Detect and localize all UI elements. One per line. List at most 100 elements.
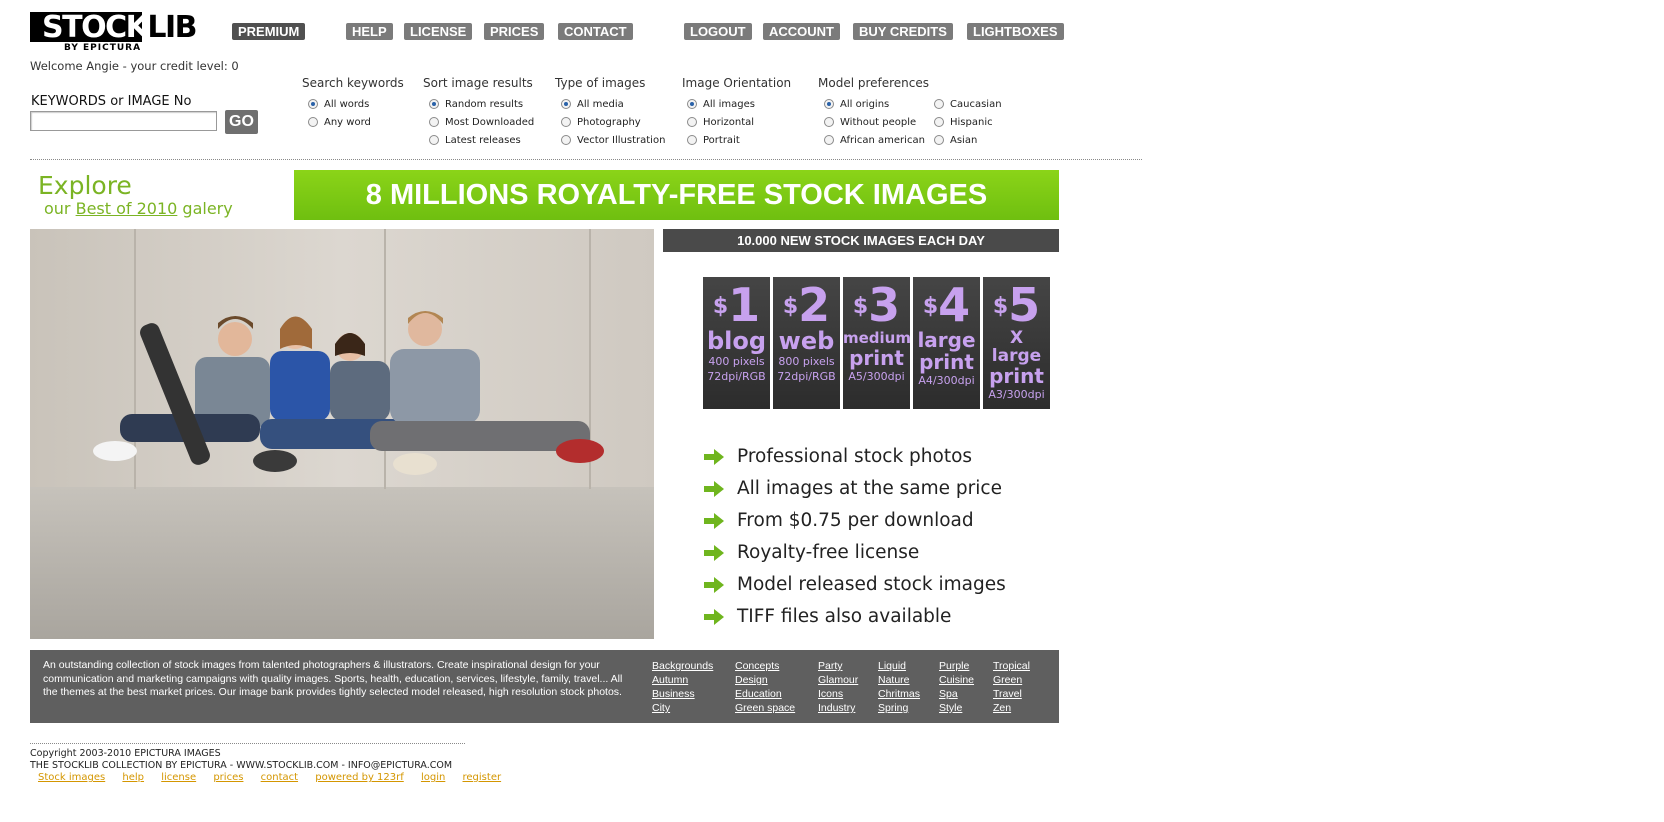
radio-button[interactable]	[561, 99, 571, 109]
radio-option[interactable]: Latest releases	[429, 131, 534, 149]
radio-option[interactable]: Vector Illustration	[561, 131, 665, 149]
filter-orientation: Image Orientation All images Horizontal …	[682, 76, 791, 149]
category-link[interactable]: Tropical	[993, 659, 1030, 673]
footer-link-help[interactable]: help	[122, 772, 144, 783]
category-link[interactable]: Glamour	[818, 673, 858, 687]
radio-button[interactable]	[429, 117, 439, 127]
best-of-2010-link[interactable]: Best of 2010	[76, 199, 178, 218]
category-link[interactable]: Travel	[993, 687, 1030, 701]
footer-link-123rf[interactable]: powered by 123rf	[315, 772, 404, 783]
radio-button[interactable]	[824, 99, 834, 109]
radio-button[interactable]	[934, 99, 944, 109]
footer-link-contact[interactable]: contact	[261, 772, 298, 783]
category-link[interactable]: Icons	[818, 687, 858, 701]
nav-help[interactable]: HELP	[346, 23, 393, 40]
feature-text: Royalty-free license	[737, 542, 920, 563]
radio-button[interactable]	[429, 99, 439, 109]
radio-button[interactable]	[308, 117, 318, 127]
category-link[interactable]: Autumn	[652, 673, 713, 687]
footer-link-register[interactable]: register	[463, 772, 502, 783]
category-link[interactable]: Purple	[939, 659, 974, 673]
radio-label: Random results	[445, 98, 524, 110]
category-link[interactable]: Green space	[735, 701, 795, 715]
category-link[interactable]: Party	[818, 659, 858, 673]
radio-option[interactable]: All words	[308, 95, 404, 113]
radio-button[interactable]	[561, 135, 571, 145]
footer-link-prices[interactable]: prices	[213, 772, 243, 783]
price-amount: 5	[1008, 278, 1041, 332]
explore-best-of-2010[interactable]: Explore our Best of 2010 galery	[38, 172, 233, 218]
category-link[interactable]: Spring	[878, 701, 920, 715]
radio-button[interactable]	[824, 135, 834, 145]
radio-button[interactable]	[934, 135, 944, 145]
nav-prices[interactable]: PRICES	[484, 23, 545, 40]
category-link[interactable]: Backgrounds	[652, 659, 713, 673]
radio-label: Photography	[577, 116, 641, 128]
green-arrow-icon	[704, 480, 724, 497]
category-link[interactable]: Zen	[993, 701, 1030, 715]
nav-premium[interactable]: PREMIUM	[232, 23, 306, 40]
radio-option[interactable]: Most Downloaded	[429, 113, 534, 131]
footer-link-stock-images[interactable]: Stock images	[38, 772, 105, 783]
feature-item: All images at the same price	[703, 478, 1002, 499]
radio-button[interactable]	[934, 117, 944, 127]
radio-option[interactable]: Random results	[429, 95, 534, 113]
category-link[interactable]: Design	[735, 673, 795, 687]
currency-symbol: $	[782, 294, 799, 319]
price-tile-large-print[interactable]: $4 large print A4/300dpi	[913, 277, 980, 409]
radio-option[interactable]: All images	[687, 95, 791, 113]
nav-lightboxes[interactable]: LIGHTBOXES	[967, 23, 1064, 40]
radio-button[interactable]	[308, 99, 318, 109]
price-tile-medium-print[interactable]: $3 medium print A5/300dpi	[843, 277, 910, 409]
radio-option[interactable]: All origins	[824, 95, 934, 113]
category-link[interactable]: Style	[939, 701, 974, 715]
radio-option[interactable]: Horizontal	[687, 113, 791, 131]
category-link[interactable]: Education	[735, 687, 795, 701]
price-tile-web[interactable]: $2 web 800 pixels 72dpi/RGB	[773, 277, 840, 409]
radio-option[interactable]: Any word	[308, 113, 404, 131]
new-images-bar: 10.000 NEW STOCK IMAGES EACH DAY	[663, 229, 1059, 252]
radio-option[interactable]: Hispanic	[934, 113, 1002, 131]
keywords-input[interactable]	[30, 111, 217, 131]
tile-price: $5	[983, 281, 1050, 329]
radio-option[interactable]: Without people	[824, 113, 934, 131]
radio-option[interactable]: Caucasian	[934, 95, 1002, 113]
category-link[interactable]: Liquid	[878, 659, 920, 673]
radio-label: All images	[703, 98, 755, 110]
feature-item: Model released stock images	[703, 574, 1006, 595]
category-link[interactable]: Cuisine	[939, 673, 974, 687]
category-link[interactable]: Industry	[818, 701, 858, 715]
nav-account[interactable]: ACCOUNT	[763, 23, 840, 40]
filter-title: Model preferences	[818, 76, 930, 90]
radio-option[interactable]: Photography	[561, 113, 665, 131]
radio-option[interactable]: African american	[824, 131, 934, 149]
radio-label: Asian	[950, 134, 978, 146]
price-tile-blog[interactable]: $1 blog 400 pixels 72dpi/RGB	[703, 277, 770, 409]
radio-button[interactable]	[687, 135, 697, 145]
nav-logout[interactable]: LOGOUT	[684, 23, 752, 40]
radio-button[interactable]	[429, 135, 439, 145]
nav-buy-credits[interactable]: BUY CREDITS	[853, 23, 953, 40]
category-link[interactable]: Nature	[878, 673, 920, 687]
price-tile-xlarge-print[interactable]: $5 X large print A3/300dpi	[983, 277, 1050, 409]
category-link[interactable]: Concepts	[735, 659, 795, 673]
nav-license[interactable]: LICENSE	[404, 23, 473, 40]
radio-label: Horizontal	[703, 116, 755, 128]
radio-option[interactable]: All media	[561, 95, 665, 113]
category-link[interactable]: Chritmas	[878, 687, 920, 701]
footer-link-license[interactable]: license	[161, 772, 196, 783]
category-link[interactable]: Spa	[939, 687, 974, 701]
category-link[interactable]: City	[652, 701, 713, 715]
category-link[interactable]: Green	[993, 673, 1030, 687]
radio-option[interactable]: Asian	[934, 131, 1002, 149]
go-button[interactable]: GO	[225, 110, 258, 134]
radio-button[interactable]	[824, 117, 834, 127]
nav-contact[interactable]: CONTACT	[558, 23, 633, 40]
radio-option[interactable]: Portrait	[687, 131, 791, 149]
radio-button[interactable]	[687, 117, 697, 127]
radio-button[interactable]	[561, 117, 571, 127]
category-link[interactable]: Business	[652, 687, 713, 701]
radio-button[interactable]	[687, 99, 697, 109]
footer-link-login[interactable]: login	[421, 772, 445, 783]
stocklib-logo[interactable]: STOCKLIB BY EPICTURA	[30, 10, 197, 54]
